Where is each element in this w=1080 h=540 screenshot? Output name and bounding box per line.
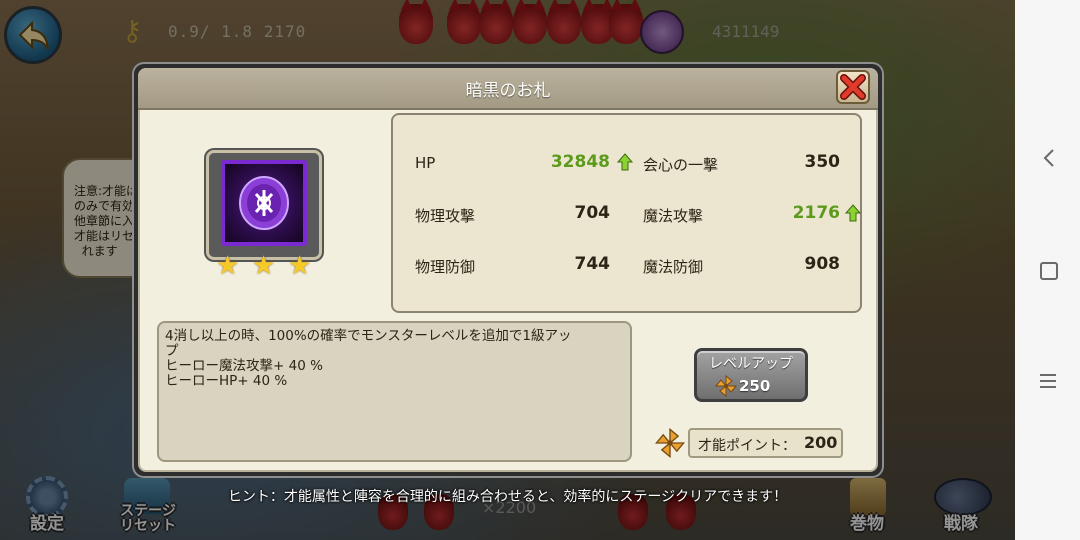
stat-value-phys-atk: 704 [574, 203, 611, 223]
stat-value-crit: 350 [804, 152, 841, 172]
stat-value-magic-atk: 2176 [792, 203, 840, 223]
close-button[interactable] [836, 70, 870, 104]
up-arrow-icon [617, 153, 633, 171]
rarity-stars: ★ ★ ★ [216, 252, 316, 280]
close-icon [840, 74, 866, 100]
description-line: 4消し以上の時、100%の確率でモンスターレベルを追加で1級アッ [165, 328, 572, 344]
stat-label-phys-def: 物理防御 [415, 258, 476, 276]
level-up-label: レベルアップ [709, 356, 793, 372]
stat-label-magic-atk: 魔法攻撃 [643, 207, 704, 225]
talent-points-value: 200 [804, 433, 838, 452]
description-panel: 4消し以上の時、100%の確率でモンスターレベルを追加で1級アッ プ ヒーロー魔… [157, 321, 632, 462]
talent-points-label: 才能ポイント： [698, 438, 796, 454]
star-icon: ★ [288, 251, 312, 281]
stat-label-magic-def: 魔法防御 [643, 258, 704, 276]
dark-talisman-icon [221, 160, 307, 246]
up-arrow-icon [845, 204, 861, 222]
description-line: ヒーローHP+ 40 % [165, 373, 288, 389]
talent-point-icon [655, 428, 685, 458]
stat-value-magic-def: 908 [804, 254, 841, 274]
star-icon: ★ [252, 251, 276, 281]
description-line: ヒーロー魔法攻撃+ 40 % [165, 358, 323, 374]
description-line: プ [165, 343, 179, 359]
dialog-title: 暗黒のお札 [138, 68, 878, 110]
talent-points-box: 才能ポイント： 200 [688, 428, 843, 458]
level-up-cost: 250 [739, 377, 771, 395]
nav-home-icon[interactable] [1040, 262, 1058, 280]
nav-back-icon[interactable] [1040, 146, 1058, 170]
stat-value-hp: 32848 [550, 152, 610, 172]
level-up-button[interactable]: レベルアップ 250 [694, 348, 808, 402]
nav-menu-icon[interactable] [1040, 374, 1056, 390]
stat-value-phys-def: 744 [574, 254, 611, 274]
hint-text: ヒント：才能属性と陣容を合理的に組み合わせると、効率的にステージクリアできます！ [227, 489, 788, 505]
pinwheel-icon [715, 375, 737, 397]
stat-label-hp: HP [415, 154, 436, 172]
stat-label-phys-atk: 物理攻撃 [415, 207, 476, 225]
star-icon: ★ [216, 251, 240, 281]
stat-label-crit: 会心の一撃 [643, 156, 719, 174]
